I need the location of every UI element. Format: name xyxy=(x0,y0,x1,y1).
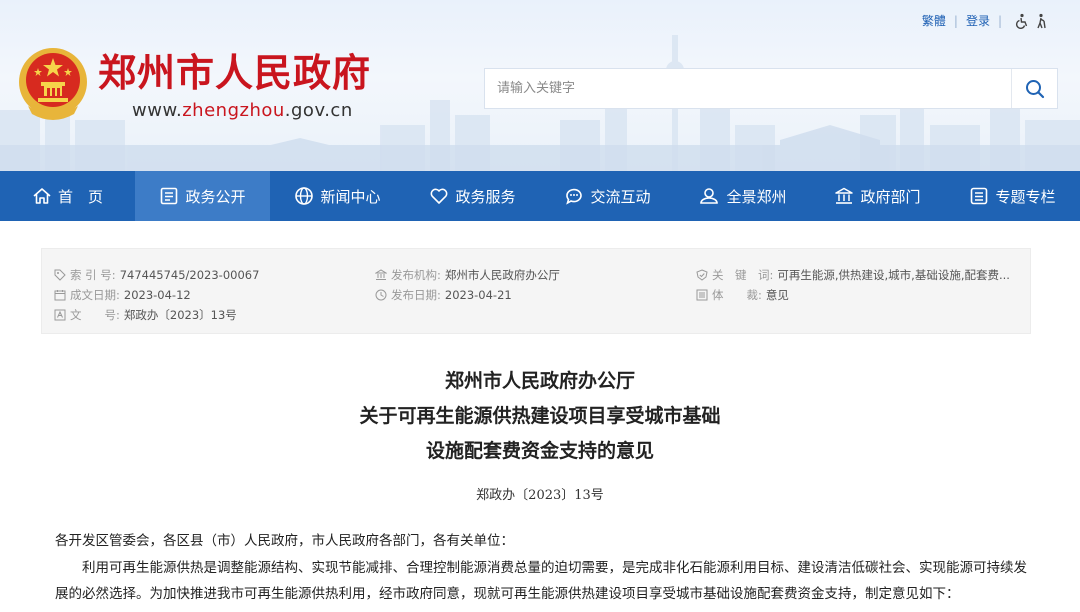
elderly-icon[interactable] xyxy=(1034,13,1050,29)
text-icon xyxy=(54,309,66,321)
info-column-3: 关 键 词: 可再生能源,供热建设,城市,基础设施,配套费... 体 裁: 意见 xyxy=(696,265,1010,305)
info-label: 关 键 词: xyxy=(696,265,773,285)
divider: | xyxy=(953,13,958,28)
site-header: 繁體 | 登录 | 郑州市人民政府 www.zhengzhou.gov.cn 请… xyxy=(0,0,1080,171)
document-info-panel: 索 引 号: 747445745/2023-00067 成文日期: 2023-0… xyxy=(41,248,1031,334)
info-row-date-made: 成文日期: 2023-04-12 xyxy=(54,285,259,305)
info-row-genre: 体 裁: 意见 xyxy=(696,285,1010,305)
search-icon xyxy=(1025,79,1044,98)
info-value: 郑政办〔2023〕13号 xyxy=(123,308,237,322)
info-label: 成文日期: xyxy=(54,285,120,305)
nav-label: 政府部门 xyxy=(860,187,921,206)
tag-icon xyxy=(54,269,66,281)
info-label: 索 引 号: xyxy=(54,265,116,285)
info-column-1: 索 引 号: 747445745/2023-00067 成文日期: 2023-0… xyxy=(54,265,259,325)
chat-icon xyxy=(566,188,583,205)
nav-label: 全景郑州 xyxy=(726,187,787,206)
nav-item-panorama-zhengzhou[interactable]: 全景郑州 xyxy=(675,171,810,221)
accessibility-tools xyxy=(1014,13,1050,29)
heart-icon xyxy=(431,188,448,204)
url-highlight: zhengzhou xyxy=(182,100,285,121)
article-title-line-3: 设施配套费资金支持的意见 xyxy=(425,440,654,462)
info-value: 2023-04-21 xyxy=(444,288,512,302)
site-url: www.zhengzhou.gov.cn xyxy=(132,100,353,121)
nav-label: 政务服务 xyxy=(455,187,516,206)
info-label: 发布日期: xyxy=(375,285,441,305)
clock-icon xyxy=(375,289,387,301)
info-label: 文 号: xyxy=(54,305,120,325)
shield-check-icon xyxy=(696,269,708,281)
article-title-line-2: 关于可再生能源供热建设项目享受城市基础 xyxy=(359,405,721,427)
info-value: 747445745/2023-00067 xyxy=(119,268,260,282)
info-row-issuer: 发布机构: 郑州市人民政府办公厅 xyxy=(375,265,560,285)
nav-label: 专题专栏 xyxy=(995,187,1056,206)
calendar-icon xyxy=(54,290,66,301)
info-value: 意见 xyxy=(765,288,789,302)
nav-label: 政务公开 xyxy=(185,187,246,206)
user-icon xyxy=(700,188,719,204)
search-button[interactable] xyxy=(1011,69,1057,108)
list-icon xyxy=(971,187,988,205)
national-emblem-logo xyxy=(19,48,87,120)
search-bar xyxy=(484,68,1058,109)
document-icon xyxy=(161,187,178,205)
globe-icon xyxy=(295,187,314,205)
paragraph-1-line-1: 利用可再生能源供热是调整能源结构、实现节能减排、合理控制能源消费总量的迫切需要，… xyxy=(55,560,1027,576)
wheelchair-icon[interactable] xyxy=(1014,13,1030,29)
nav-label: 首 页 xyxy=(57,187,103,206)
nav-item-government-affairs-disclosure[interactable]: 政务公开 xyxy=(135,171,270,221)
nav-item-special-topics[interactable]: 专题专栏 xyxy=(945,171,1080,221)
info-value: 可再生能源,供热建设,城市,基础设施,配套费... xyxy=(777,268,1010,282)
nav-item-interaction[interactable]: 交流互动 xyxy=(540,171,675,221)
top-links: 繁體 | 登录 | xyxy=(922,12,1050,29)
nav-item-home[interactable]: 首 页 xyxy=(0,171,135,221)
traditional-chinese-link[interactable]: 繁體 xyxy=(922,12,946,29)
institution-icon xyxy=(375,269,387,280)
info-row-doc-number: 文 号: 郑政办〔2023〕13号 xyxy=(54,305,259,325)
divider: | xyxy=(997,13,1002,28)
info-row-index: 索 引 号: 747445745/2023-00067 xyxy=(54,265,259,285)
nav-label: 新闻中心 xyxy=(320,187,381,206)
nav-item-government-departments[interactable]: 政府部门 xyxy=(810,171,945,221)
salutation: 各开发区管委会，各区县（市）人民政府，市人民政府各部门，各有关单位： xyxy=(55,533,514,549)
nav-item-government-services[interactable]: 政务服务 xyxy=(405,171,540,221)
search-input[interactable] xyxy=(485,69,1011,108)
article-title-line-1: 郑州市人民政府办公厅 xyxy=(444,370,635,392)
info-column-2: 发布机构: 郑州市人民政府办公厅 发布日期: 2023-04-21 xyxy=(375,265,560,305)
list-icon xyxy=(696,289,708,301)
info-row-keywords: 关 键 词: 可再生能源,供热建设,城市,基础设施,配套费... xyxy=(696,265,1010,285)
main-nav: 首 页 政务公开 新闻中心 政务服务 交流互动 全景郑州 政府部门 专题专栏 xyxy=(0,171,1080,221)
site-name[interactable]: 郑州市人民政府 xyxy=(98,50,371,96)
nav-item-news-center[interactable]: 新闻中心 xyxy=(270,171,405,221)
document-number: 郑政办〔2023〕13号 xyxy=(476,488,604,503)
nav-label: 交流互动 xyxy=(590,187,651,206)
info-value: 2023-04-12 xyxy=(123,288,191,302)
info-label: 发布机构: xyxy=(375,265,441,285)
home-icon xyxy=(33,188,51,204)
url-suffix: .gov.cn xyxy=(284,100,353,121)
building-icon xyxy=(835,187,854,204)
info-value: 郑州市人民政府办公厅 xyxy=(444,268,560,282)
paragraph-1-line-2: 展的必然选择。为加快推进我市可再生能源供热利用，经市政府同意，现就可再生能源供热… xyxy=(55,586,960,602)
url-prefix: www. xyxy=(132,100,183,121)
info-row-publish-date: 发布日期: 2023-04-21 xyxy=(375,285,560,305)
info-label: 体 裁: xyxy=(696,285,762,305)
login-link[interactable]: 登录 xyxy=(966,12,990,29)
